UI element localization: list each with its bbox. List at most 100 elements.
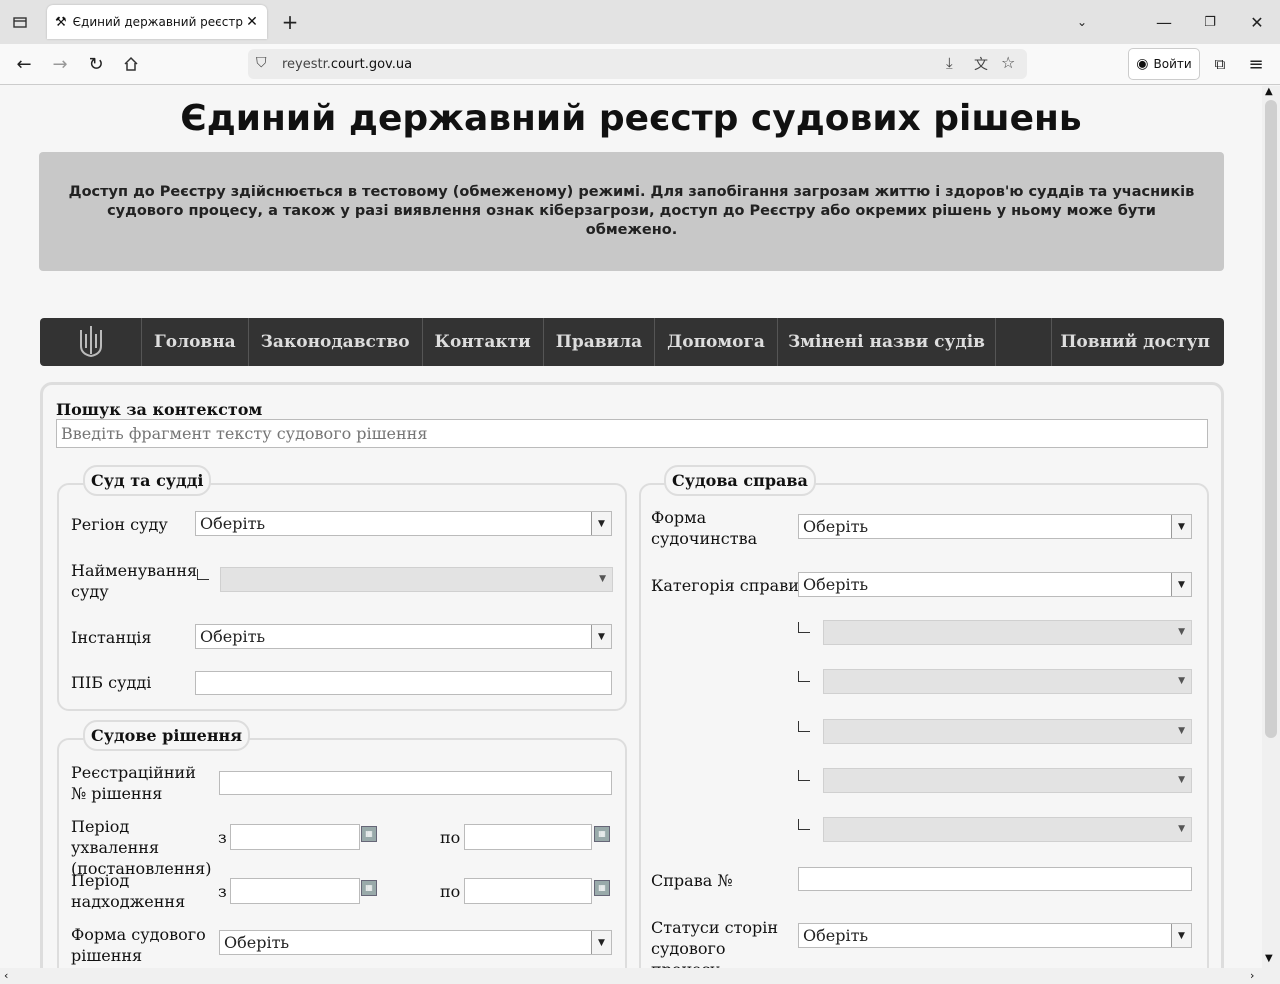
main-menu: Головна Законодавство Контакти Правила Д… — [40, 318, 1224, 366]
region-select[interactable]: Оберіть ▼ — [195, 511, 612, 536]
download-icon[interactable]: ⤓ — [946, 54, 953, 72]
period-receive-label: Період надходження — [71, 871, 186, 911]
calendar-icon[interactable]: ▦ — [361, 826, 377, 842]
menu-item-rules[interactable]: Правила — [544, 318, 656, 366]
menu-icon[interactable]: ≡ — [1244, 52, 1268, 76]
scroll-right-icon[interactable]: › — [1250, 969, 1254, 982]
new-tab-icon[interactable]: + — [278, 10, 302, 34]
subcategory-select-4[interactable]: ▼ — [823, 768, 1192, 793]
decision-form-select[interactable]: Оберіть ▼ — [219, 930, 612, 955]
star-icon[interactable]: ☆ — [1001, 53, 1015, 72]
chevron-down-icon: ▼ — [1171, 573, 1191, 596]
judge-label: ПІБ судді — [71, 673, 152, 692]
login-button[interactable]: ◉ Войти — [1128, 48, 1200, 80]
navigation-bar: ← → ↻ ⛉ reyestr. court.gov.ua ⤓ 文 ☆ ◉ Вой… — [0, 44, 1280, 85]
menu-item-contacts[interactable]: Контакти — [423, 318, 544, 366]
proceeding-value: Оберіть — [803, 517, 869, 536]
chevron-down-icon: ▼ — [1178, 775, 1185, 785]
chevron-down-icon: ▼ — [1178, 726, 1185, 736]
list-tabs-icon[interactable]: ⌄ — [1070, 10, 1094, 34]
adopt-to-input[interactable] — [464, 824, 592, 850]
vertical-scroll-thumb[interactable] — [1265, 100, 1277, 738]
menu-item-renamed-courts[interactable]: Змінені назви судів — [778, 318, 996, 366]
url-bar[interactable]: ⛉ reyestr. court.gov.ua ⤓ 文 ☆ — [248, 49, 1027, 79]
receive-from-input[interactable] — [230, 878, 360, 904]
court-name-label: Найменування суду — [71, 561, 198, 601]
scroll-up-icon[interactable]: ▲ — [1265, 86, 1273, 97]
context-search-label: Пошук за контекстом — [56, 400, 263, 419]
calendar-icon[interactable]: ▦ — [594, 880, 610, 896]
adopt-from-input[interactable] — [230, 824, 360, 850]
restore-icon[interactable]: ❐ — [1198, 10, 1222, 34]
case-legend: Судова справа — [664, 465, 816, 496]
horizontal-scrollbar[interactable]: ‹ › — [0, 968, 1280, 984]
subcategory-select-5[interactable]: ▼ — [823, 817, 1192, 842]
category-value: Оберіть — [803, 575, 869, 594]
subitem-hook-icon — [798, 819, 810, 830]
forward-icon[interactable]: → — [48, 52, 72, 76]
menu-item-home[interactable]: Головна — [142, 318, 249, 366]
subitem-hook-icon — [798, 622, 810, 633]
instance-select[interactable]: Оберіть ▼ — [195, 624, 612, 649]
trident-logo-icon[interactable] — [40, 318, 142, 366]
minimize-icon[interactable]: — — [1152, 10, 1176, 34]
home-icon[interactable] — [119, 52, 143, 76]
translate-icon[interactable]: 文 — [974, 54, 988, 74]
receive-to-input[interactable] — [464, 878, 592, 904]
statuses-value: Оберіть — [803, 926, 869, 945]
to-label: по — [440, 828, 461, 847]
reg-no-input[interactable] — [219, 771, 612, 795]
menu-item-help[interactable]: Допомога — [655, 318, 778, 366]
scroll-left-icon[interactable]: ‹ — [4, 969, 8, 982]
judge-input[interactable] — [195, 671, 612, 695]
url-domain: court.gov.ua — [330, 56, 413, 72]
reload-icon[interactable]: ↻ — [84, 52, 108, 76]
court-name-select[interactable]: ▼ — [220, 567, 613, 592]
instance-label: Інстанція — [71, 628, 152, 647]
site-info-icon[interactable]: ⛉ — [256, 55, 267, 71]
statuses-select[interactable]: Оберіть ▼ — [798, 923, 1192, 948]
tab-overview-icon[interactable] — [8, 10, 32, 34]
proceeding-select[interactable]: Оберіть ▼ — [798, 514, 1192, 539]
court-legend: Суд та судді — [83, 465, 212, 496]
chevron-down-icon: ▼ — [591, 931, 611, 954]
search-form: Пошук за контекстом Суд та судді Регіон … — [40, 382, 1224, 968]
calendar-icon[interactable]: ▦ — [594, 826, 610, 842]
close-icon[interactable]: ✕ — [245, 14, 259, 30]
category-label: Категорія справи — [651, 576, 799, 595]
extensions-icon[interactable]: ⧉ — [1208, 52, 1232, 76]
statuses-label: Статуси сторін судового процесу — [651, 918, 779, 968]
subitem-hook-icon — [197, 569, 209, 580]
page-title: Єдиний державний реєстр судових рішень — [180, 98, 1082, 139]
subitem-hook-icon — [798, 721, 810, 732]
chevron-down-icon: ▼ — [1171, 515, 1191, 538]
context-search-input[interactable] — [56, 419, 1208, 448]
region-label: Регіон суду — [71, 515, 168, 534]
category-select[interactable]: Оберіть ▼ — [798, 572, 1192, 597]
back-icon[interactable]: ← — [12, 52, 36, 76]
decision-form-value: Оберіть — [224, 933, 290, 952]
scroll-down-icon[interactable]: ▼ — [1265, 953, 1273, 964]
menu-spacer — [996, 318, 1053, 366]
calendar-icon[interactable]: ▦ — [361, 880, 377, 896]
browser-tab[interactable]: ⚒ Єдиний державний реєстр судо ✕ — [47, 5, 267, 39]
instance-value: Оберіть — [200, 627, 266, 646]
reg-no-label: Реєстраційний № рішення — [71, 763, 196, 803]
chevron-down-icon: ▼ — [591, 512, 611, 535]
region-value: Оберіть — [200, 514, 266, 533]
menu-item-full-access[interactable]: Повний доступ — [1052, 318, 1224, 366]
case-no-input[interactable] — [798, 867, 1192, 891]
subcategory-select-3[interactable]: ▼ — [823, 719, 1192, 744]
subcategory-select-1[interactable]: ▼ — [823, 620, 1192, 645]
subcategory-select-2[interactable]: ▼ — [823, 669, 1192, 694]
subitem-hook-icon — [798, 770, 810, 781]
case-no-label: Справа № — [651, 871, 733, 890]
chevron-down-icon: ▼ — [1171, 924, 1191, 947]
url-prefix: reyestr. — [282, 56, 331, 72]
tab-bar: ⚒ Єдиний державний реєстр судо ✕ + ⌄ — ❐… — [0, 0, 1280, 44]
window-close-icon[interactable]: ✕ — [1245, 10, 1269, 34]
login-label: Войти — [1153, 57, 1192, 71]
proceeding-label: Форма судочинства — [651, 508, 758, 548]
chevron-down-icon: ▼ — [591, 625, 611, 648]
menu-item-legislation[interactable]: Законодавство — [249, 318, 423, 366]
